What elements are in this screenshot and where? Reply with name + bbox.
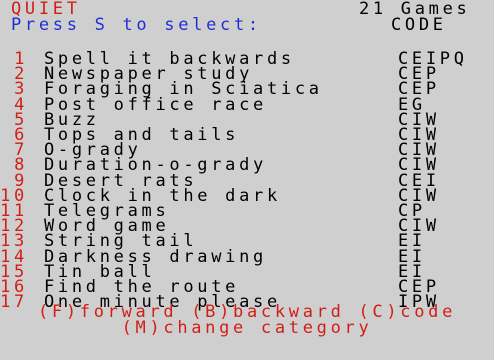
quiet-game-menu-screen: QUIET 21 Games Press S to select: CODE 1… — [0, 0, 494, 360]
code-column-header: CODE — [391, 15, 447, 35]
select-prompt: Press S to select: — [11, 15, 262, 35]
header-row-prompt: Press S to select: CODE — [0, 17, 494, 34]
footer-category-control: (M)change category — [121, 318, 373, 338]
